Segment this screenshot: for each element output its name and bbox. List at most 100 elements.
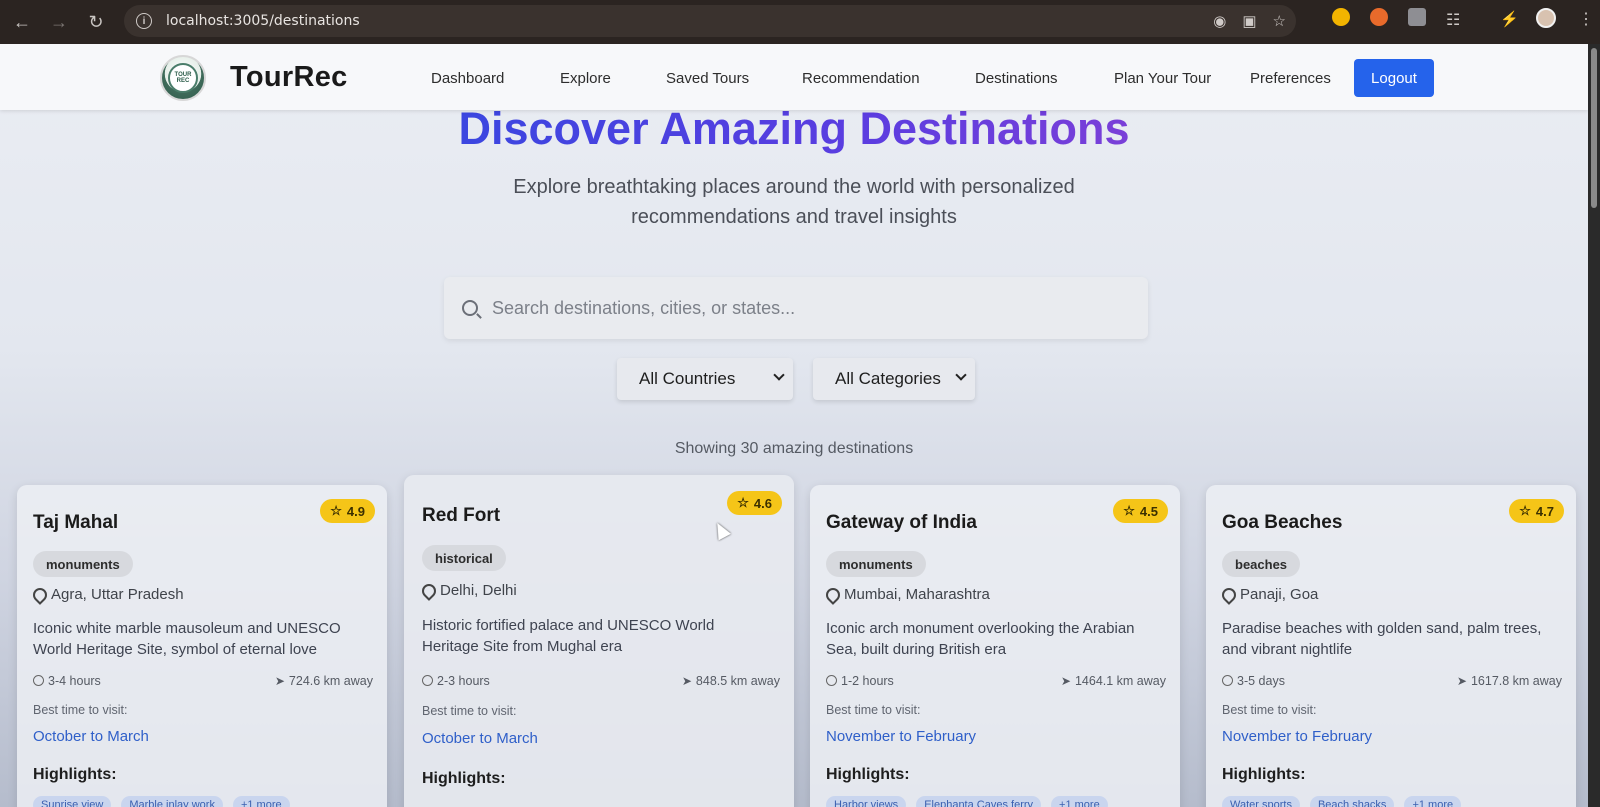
map-pin-icon	[826, 588, 838, 602]
location-icon[interactable]: ◉	[1213, 12, 1226, 30]
card-description: Paradise beaches with golden sand, palm …	[1222, 620, 1542, 658]
card-description: Iconic arch monument overlooking the Ara…	[826, 620, 1135, 658]
card-duration: 1-2 hours	[826, 674, 894, 688]
category-tag: historical	[422, 545, 506, 571]
destination-card[interactable]: Goa Beaches ☆ 4.7 beaches Panaji, Goa Par…	[1206, 485, 1576, 807]
navigation-arrow-icon: ➤	[681, 674, 692, 688]
navigation-arrow-icon: ➤	[1456, 674, 1467, 688]
destination-card[interactable]: Taj Mahal ☆ 4.9 monuments Agra, Uttar Pra…	[17, 485, 387, 807]
rating-badge: ☆ 4.9	[320, 499, 375, 523]
card-duration: 2-3 hours	[422, 674, 490, 688]
reload-icon[interactable]: ↻	[78, 4, 114, 40]
install-app-icon[interactable]: ▣	[1242, 12, 1256, 30]
nav-saved-tours[interactable]: Saved Tours	[666, 70, 749, 87]
highlight-chip: +1 more	[1051, 796, 1108, 807]
navigation-arrow-icon: ➤	[274, 674, 285, 688]
rating-badge: ☆ 4.5	[1113, 499, 1168, 523]
page-scrollbar[interactable]	[1588, 44, 1600, 807]
nav-destinations[interactable]: Destinations	[975, 70, 1058, 87]
best-time-label: Best time to visit:	[422, 704, 517, 718]
best-time-value: November to February	[1222, 728, 1373, 745]
browser-menu-icon[interactable]: ⋮	[1578, 9, 1594, 29]
brand-name[interactable]: TourRec	[230, 61, 348, 94]
highlight-chip: Marble inlay work	[121, 796, 223, 807]
top-navbar: TOUR REC TourRec Dashboard Explore Saved…	[0, 44, 1588, 110]
page-title: Discover Amazing Destinations	[458, 103, 1130, 154]
best-time-label: Best time to visit:	[33, 703, 128, 717]
map-pin-icon	[1222, 588, 1234, 602]
nav-preferences[interactable]: Preferences	[1250, 70, 1331, 87]
tourrec-logo[interactable]: TOUR REC	[160, 55, 206, 101]
best-time-value: November to February	[826, 728, 977, 745]
card-title[interactable]: Red Fort	[422, 505, 500, 527]
bookmark-star-icon[interactable]: ☆	[1273, 12, 1286, 30]
highlight-chip: Water sports	[1222, 796, 1300, 807]
extension-orange-icon[interactable]	[1370, 8, 1388, 26]
page-subtitle: Explore breathtaking places around the w…	[513, 176, 1075, 228]
results-count: Showing 30 amazing destinations	[674, 440, 914, 457]
rating-badge: ☆ 4.7	[1509, 499, 1564, 523]
map-pin-icon	[33, 588, 45, 602]
navigation-arrow-icon: ➤	[1060, 674, 1071, 688]
chevron-down-icon	[955, 369, 967, 381]
clock-icon	[1222, 675, 1233, 686]
category-select[interactable]: All Categories	[813, 358, 975, 400]
star-icon: ☆	[737, 495, 749, 510]
highlight-chip: Harbor views	[826, 796, 907, 807]
card-description: Historic fortified palace and UNESCO Wor…	[422, 617, 715, 655]
clock-icon	[422, 675, 433, 686]
country-select-value: All Countries	[639, 369, 736, 388]
destination-card[interactable]: Gateway of India ☆ 4.5 monuments Mumbai, …	[810, 485, 1180, 807]
nav-recommendation[interactable]: Recommendation	[802, 70, 920, 87]
highlights-label: Highlights:	[826, 766, 910, 783]
category-tag: monuments	[826, 551, 926, 577]
search-input[interactable]	[492, 297, 1112, 319]
card-location: Panaji, Goa	[1222, 586, 1318, 603]
card-meta: 1-2 hours ➤ 1464.1 km away	[826, 674, 1166, 688]
card-duration: 3-5 days	[1222, 674, 1285, 688]
best-time-label: Best time to visit:	[826, 703, 921, 717]
category-select-value: All Categories	[835, 369, 941, 388]
highlights-label: Highlights:	[33, 766, 117, 783]
star-icon: ☆	[1519, 503, 1531, 518]
forward-icon[interactable]: →	[41, 4, 77, 40]
nav-explore[interactable]: Explore	[560, 70, 611, 87]
highlights-label: Highlights:	[422, 770, 506, 787]
clock-icon	[33, 675, 44, 686]
card-distance: ➤ 1464.1 km away	[1060, 674, 1166, 688]
performance-icon[interactable]: ⚡	[1500, 10, 1519, 28]
logout-button[interactable]: Logout	[1354, 59, 1434, 97]
highlight-chip: Elephanta Caves ferry	[916, 796, 1042, 807]
star-icon: ☆	[330, 503, 342, 518]
card-meta: 3-4 hours ➤ 724.6 km away	[33, 674, 373, 688]
card-location: Delhi, Delhi	[422, 582, 517, 599]
card-title[interactable]: Goa Beaches	[1222, 512, 1342, 534]
search-bar[interactable]	[444, 277, 1148, 339]
country-select[interactable]: All Countries	[617, 358, 793, 400]
card-title[interactable]: Taj Mahal	[33, 512, 118, 534]
back-icon[interactable]: ←	[4, 4, 40, 40]
best-time-value: October to March	[33, 728, 149, 745]
extensions-puzzle-icon[interactable]: ☷	[1446, 10, 1460, 30]
card-location: Agra, Uttar Pradesh	[33, 586, 184, 603]
destination-card[interactable]: Red Fort ☆ 4.6 historical Delhi, Delhi Hi…	[404, 475, 794, 807]
card-duration: 3-4 hours	[33, 674, 101, 688]
card-meta: 2-3 hours ➤ 848.5 km away	[422, 674, 780, 688]
extension-yellow-icon[interactable]	[1332, 8, 1350, 26]
site-info-icon[interactable]: i	[136, 13, 152, 29]
nav-plan-your-tour[interactable]: Plan Your Tour	[1114, 70, 1211, 87]
category-tag: monuments	[33, 551, 133, 577]
nav-dashboard[interactable]: Dashboard	[431, 70, 504, 87]
url-text[interactable]: localhost:3005/destinations	[166, 13, 360, 29]
card-distance: ➤ 724.6 km away	[274, 674, 373, 688]
address-bar[interactable]: i localhost:3005/destinations ◉ ▣ ☆	[124, 5, 1296, 37]
extension-moon-icon[interactable]	[1408, 8, 1426, 26]
highlights-list: Harbor views Elephanta Caves ferry +1 mo…	[826, 796, 1108, 807]
card-distance: ➤ 848.5 km away	[681, 674, 780, 688]
highlights-list: Water sports Beach shacks +1 more	[1222, 796, 1462, 807]
card-title[interactable]: Gateway of India	[826, 512, 977, 534]
profile-avatar[interactable]	[1536, 8, 1556, 28]
highlight-chip: +1 more	[1404, 796, 1462, 807]
destinations-page: Discover Amazing Destinations Explore br…	[0, 44, 1588, 807]
chevron-down-icon	[773, 369, 785, 381]
